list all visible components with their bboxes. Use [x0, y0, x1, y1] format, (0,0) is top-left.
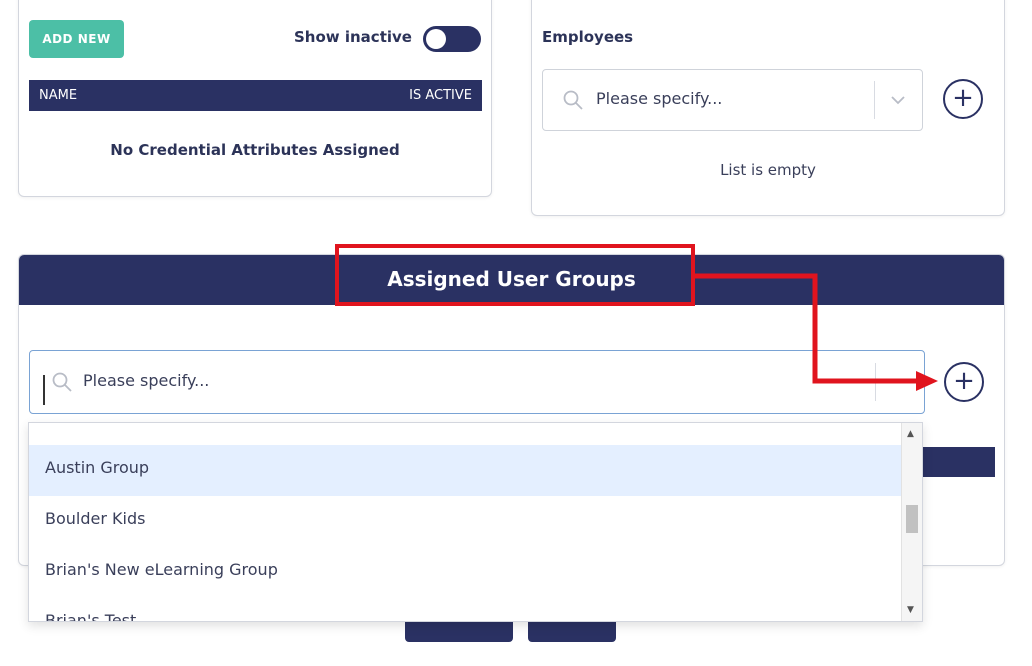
- employees-title: Employees: [542, 28, 634, 46]
- scroll-thumb[interactable]: [906, 505, 918, 533]
- user-groups-dropdown: Austin Group Boulder Kids Brian's New eL…: [28, 422, 923, 622]
- dropdown-option[interactable]: Austin Group: [29, 445, 902, 496]
- dropdown-list: Austin Group Boulder Kids Brian's New eL…: [29, 445, 902, 621]
- select-divider: [875, 363, 876, 401]
- search-icon: [52, 372, 72, 392]
- show-inactive-toggle[interactable]: [423, 26, 481, 52]
- column-header-is-active: IS ACTIVE: [409, 88, 472, 103]
- text-cursor: [43, 375, 45, 405]
- credential-attributes-card: ADD NEW Show inactive NAME IS ACTIVE No …: [18, 0, 492, 197]
- select-divider: [874, 81, 875, 119]
- dropdown-option[interactable]: Boulder Kids: [29, 496, 902, 547]
- dropdown-scrollbar[interactable]: ▲ ▼: [901, 423, 922, 621]
- annotation-highlight-box: [335, 244, 695, 306]
- employees-select-placeholder: Please specify...: [596, 89, 723, 108]
- column-header-name: NAME: [39, 88, 78, 103]
- search-icon: [563, 90, 583, 110]
- scroll-up-icon[interactable]: ▲: [907, 429, 914, 439]
- scroll-down-icon[interactable]: ▼: [907, 605, 914, 615]
- employees-select[interactable]: Please specify...: [542, 69, 923, 131]
- plus-circle-icon: +: [953, 366, 975, 396]
- credentials-empty-message: No Credential Attributes Assigned: [110, 141, 400, 159]
- user-groups-select[interactable]: Please specify...: [29, 350, 925, 414]
- add-employee-button[interactable]: +: [943, 79, 983, 119]
- employees-empty-message: List is empty: [720, 161, 816, 179]
- dropdown-option[interactable]: Brian's New eLearning Group: [29, 547, 902, 598]
- add-new-button[interactable]: ADD NEW: [29, 20, 124, 58]
- employees-card: Employees Please specify... + List is em…: [531, 0, 1005, 216]
- user-groups-table-header: [919, 447, 995, 477]
- add-user-group-button[interactable]: +: [944, 362, 984, 402]
- chevron-down-icon[interactable]: [890, 94, 906, 106]
- credentials-table-header: NAME IS ACTIVE: [29, 80, 482, 111]
- plus-circle-icon: +: [952, 83, 974, 113]
- show-inactive-label: Show inactive: [294, 28, 412, 46]
- toggle-knob: [426, 29, 446, 49]
- dropdown-option[interactable]: Brian's Test: [29, 598, 902, 621]
- user-groups-select-placeholder: Please specify...: [83, 371, 210, 390]
